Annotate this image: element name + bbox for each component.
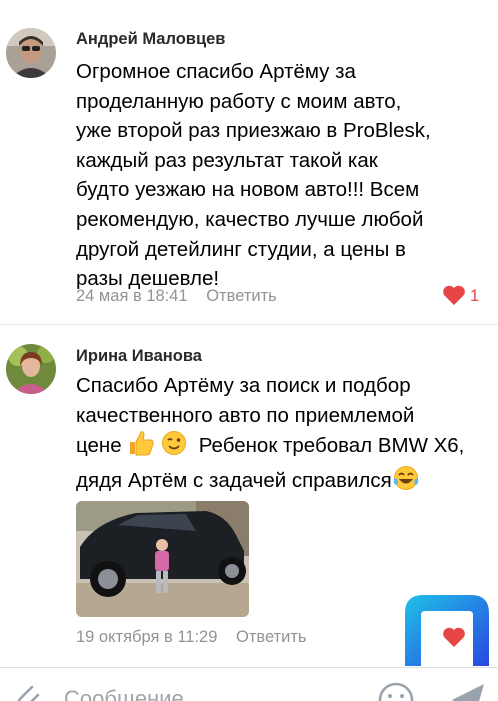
- paperclip-icon[interactable]: [12, 681, 42, 701]
- comment-date: 24 мая в 18:41: [76, 287, 188, 305]
- comment-author[interactable]: Ирина Иванова: [76, 347, 202, 366]
- comment-author[interactable]: Андрей Маловцев: [76, 30, 225, 49]
- send-icon[interactable]: [448, 682, 488, 701]
- heart-icon[interactable]: [442, 285, 466, 311]
- comment-1: Андрей Маловцев Огромное спасибо Артёму …: [0, 0, 498, 324]
- message-input[interactable]: Сообщение: [64, 686, 184, 701]
- reply-button[interactable]: Ответить: [236, 628, 307, 646]
- message-composer: Сообщение: [0, 667, 498, 701]
- comment-meta: 24 мая в 18:41 Ответить: [76, 287, 277, 306]
- author-avatar[interactable]: [6, 344, 56, 394]
- reply-button[interactable]: Ответить: [206, 287, 277, 305]
- car-photo[interactable]: [76, 501, 249, 617]
- thumbs-up-icon: [127, 430, 155, 465]
- comment-meta: 19 октября в 11:29 Ответить: [76, 628, 307, 647]
- comment-date: 19 октября в 11:29: [76, 628, 218, 646]
- winking-face-icon: [161, 430, 187, 465]
- comment-text: Огромное спасибо Артёму за проделанную р…: [76, 60, 431, 291]
- smile-icon[interactable]: [378, 682, 414, 701]
- comment-text: Спасибо Артёму за поиск и подбор качеств…: [76, 371, 486, 499]
- like-count: 1: [470, 287, 480, 305]
- tears-of-joy-icon: [392, 465, 420, 500]
- author-avatar[interactable]: [6, 28, 56, 78]
- heart-icon[interactable]: [442, 627, 466, 653]
